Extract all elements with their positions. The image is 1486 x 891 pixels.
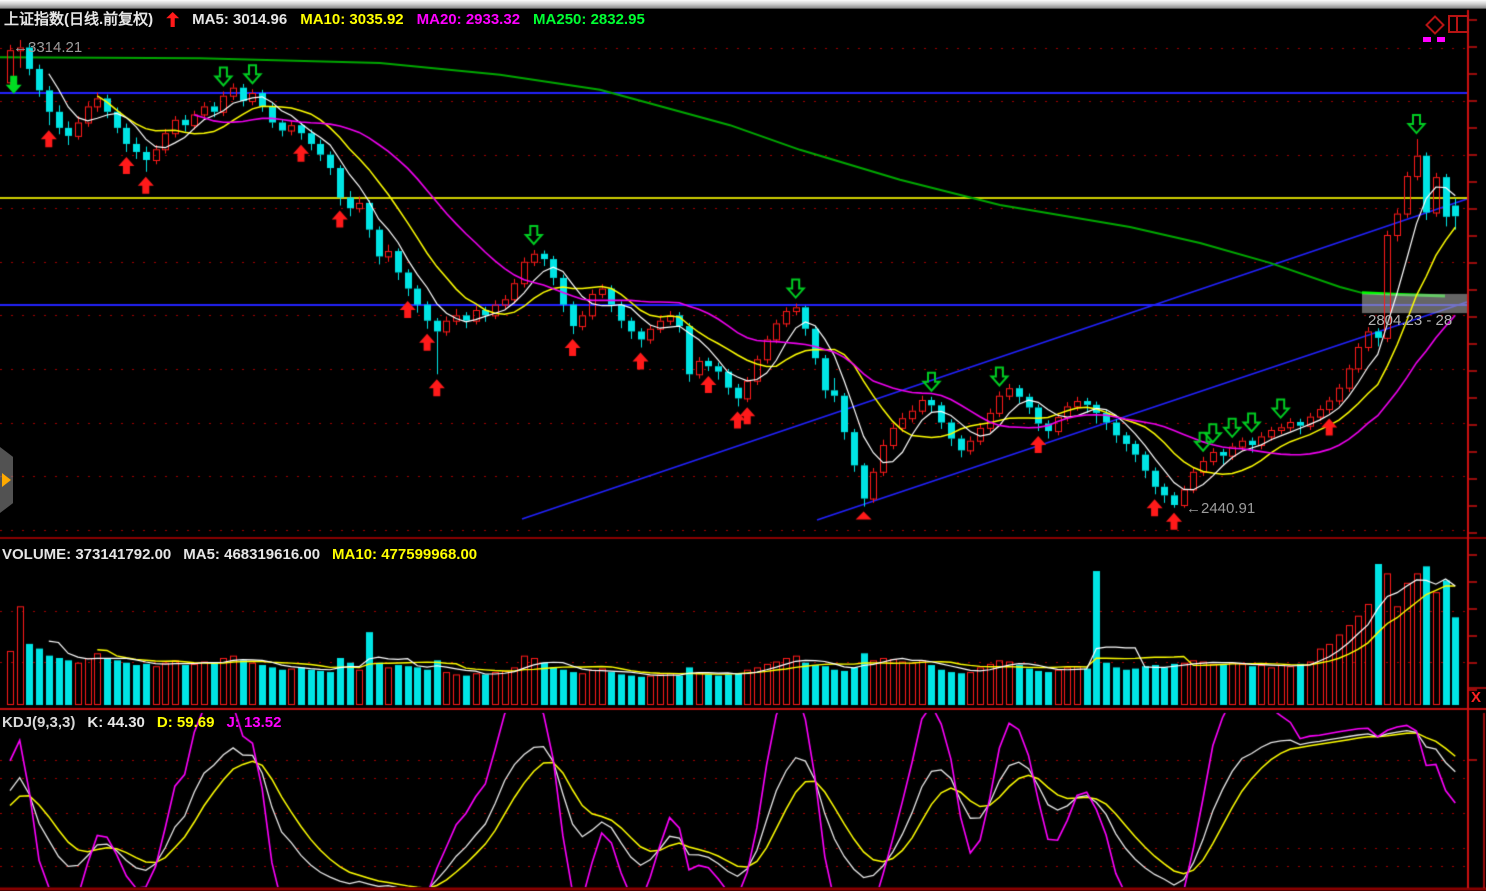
split-window-icon[interactable] — [1448, 15, 1469, 33]
ma250-value: MA250: 2832.95 — [533, 11, 645, 28]
ma5-value: MA5: 3014.96 — [192, 11, 287, 28]
magenta-marker-icon-1[interactable] — [1423, 37, 1431, 42]
magenta-marker-icon-2[interactable] — [1437, 37, 1445, 42]
ma10-value: MA10: 3035.92 — [300, 11, 403, 28]
kdj-name: KDJ(9,3,3) — [2, 714, 75, 731]
expand-arrow-icon — [2, 473, 11, 487]
main-chart-header: 上证指数(日线.前复权) MA5: 3014.96 MA10: 3035.92 … — [4, 11, 645, 28]
volume-header: VOLUME: 373141792.00 MA5: 468319616.00 M… — [2, 546, 477, 563]
volume-ma10-value: MA10: 477599968.00 — [332, 546, 477, 563]
kdj-j-value: J: 13.52 — [226, 714, 281, 731]
chart-canvas[interactable] — [0, 0, 1486, 891]
instrument-title: 上证指数(日线.前复权) — [4, 11, 153, 28]
window-top-strip — [0, 0, 1486, 9]
trading-terminal: 上证指数(日线.前复权) MA5: 3014.96 MA10: 3035.92 … — [0, 0, 1486, 891]
kdj-k-value: K: 44.30 — [87, 714, 145, 731]
kdj-d-value: D: 59.69 — [157, 714, 215, 731]
range-box-label: 2804.23 - 28 — [1368, 312, 1452, 329]
ma20-value: MA20: 2933.32 — [417, 11, 520, 28]
high-price-label: ←3314.21 — [13, 39, 82, 56]
volume-ma5-value: MA5: 468319616.00 — [183, 546, 320, 563]
split-window-divider — [1456, 17, 1458, 31]
kdj-header: KDJ(9,3,3) K: 44.30 D: 59.69 J: 13.52 — [2, 714, 282, 731]
up-arrow-icon — [166, 12, 179, 27]
volume-value: VOLUME: 373141792.00 — [2, 546, 171, 563]
close-pane-button[interactable]: X — [1471, 689, 1481, 706]
low-price-label: ←2440.91 — [1186, 500, 1255, 517]
side-panel-expand-tab[interactable] — [0, 447, 13, 513]
